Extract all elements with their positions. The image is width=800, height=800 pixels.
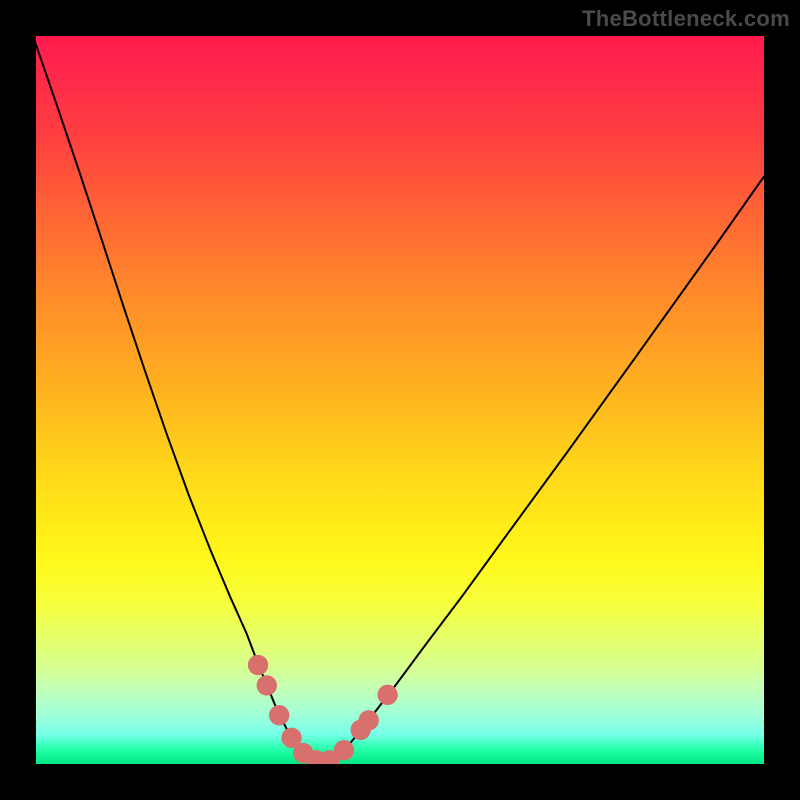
bead xyxy=(257,675,277,695)
bead xyxy=(334,740,354,760)
bead xyxy=(306,750,326,764)
watermark-link[interactable]: TheBottleneck.com xyxy=(582,6,790,32)
bead xyxy=(359,710,379,730)
bead xyxy=(269,705,289,725)
bottleneck-curve xyxy=(36,36,764,764)
chart-frame: TheBottleneck.com xyxy=(0,0,800,800)
bead xyxy=(293,743,313,763)
bead xyxy=(377,685,397,705)
bead xyxy=(281,728,301,748)
bead xyxy=(248,655,268,675)
bead xyxy=(319,750,339,764)
plot-area xyxy=(36,36,764,764)
highlight-beads xyxy=(36,36,764,764)
bead xyxy=(351,720,371,740)
curve-path xyxy=(36,36,764,760)
